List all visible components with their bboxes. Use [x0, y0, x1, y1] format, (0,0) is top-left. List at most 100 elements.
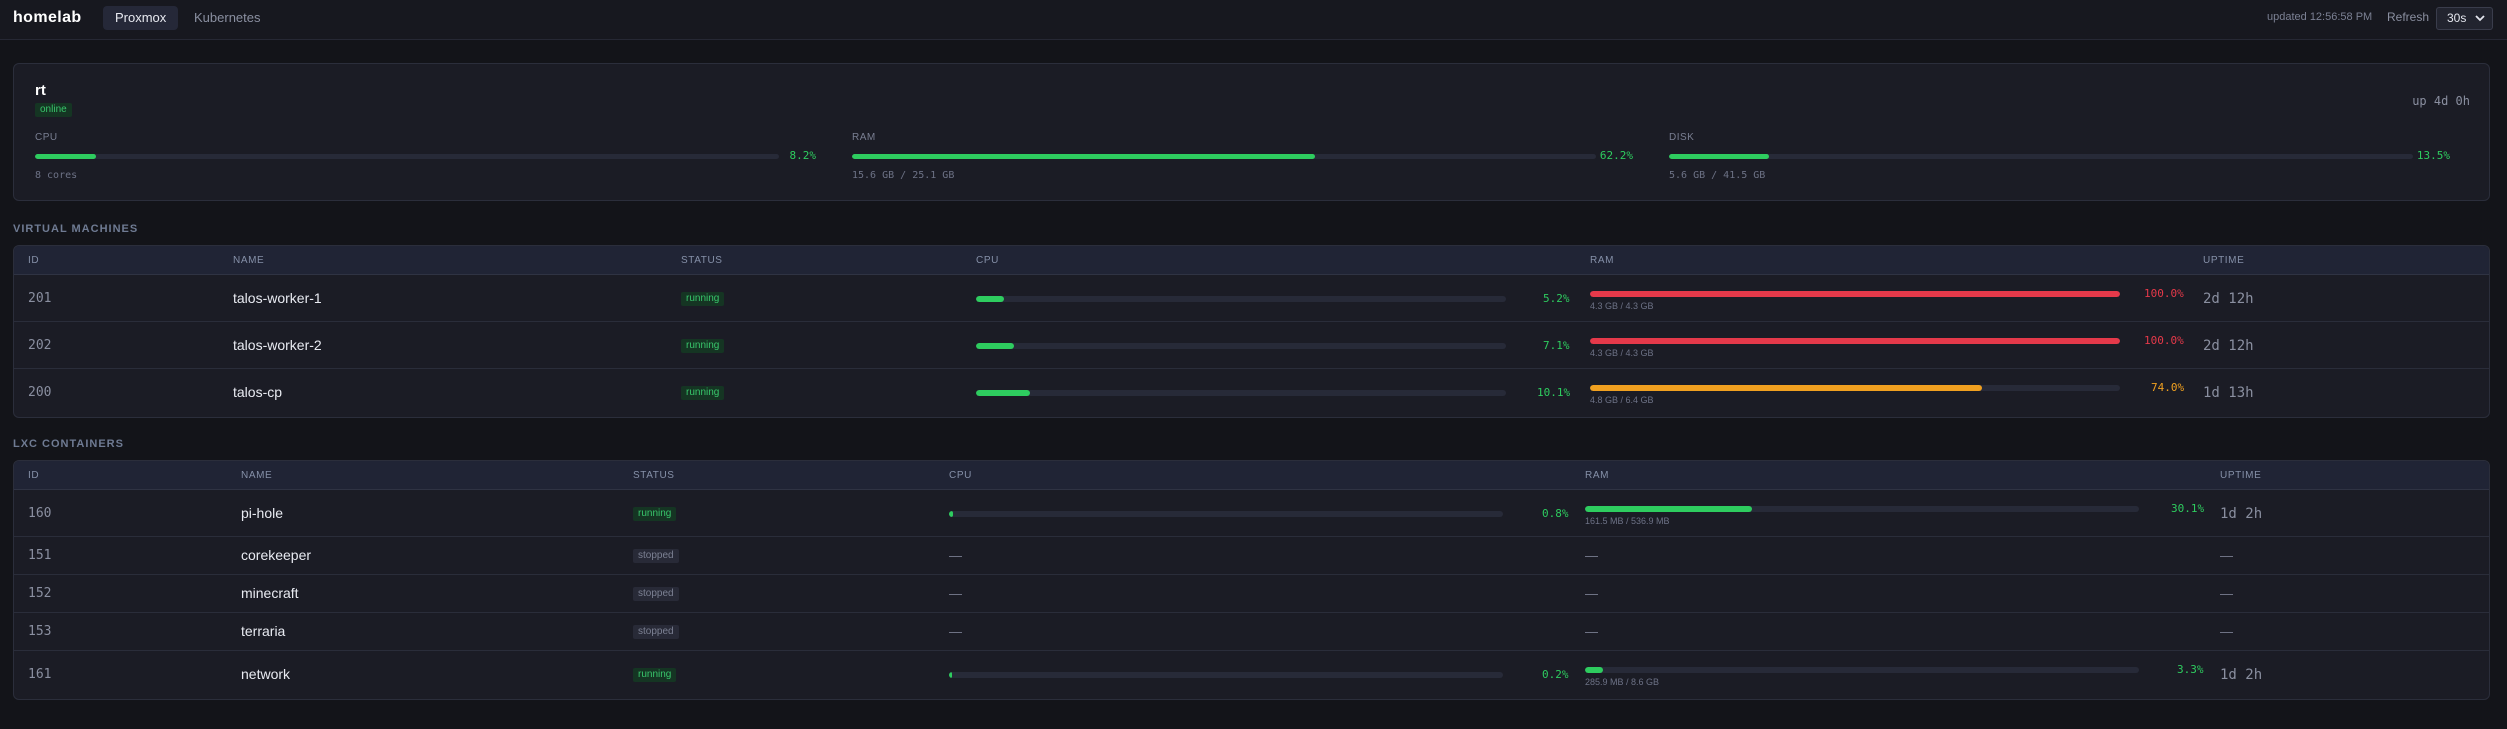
- metric-percent: 8.2%: [789, 149, 817, 162]
- row-name: minecraft: [241, 585, 299, 601]
- column-header-uptime[interactable]: UPTIME: [2220, 470, 2261, 481]
- ram-detail: 4.8 GB / 6.4 GB: [1590, 395, 1654, 405]
- metric-detail: 15.6 GB / 25.1 GB: [852, 170, 955, 181]
- cpu-percent: 7.1%: [1543, 339, 1570, 352]
- column-header-name[interactable]: NAME: [233, 255, 264, 266]
- ram-detail: 4.3 GB / 4.3 GB: [1590, 348, 1654, 358]
- status-badge: stopped: [633, 587, 679, 601]
- table-row[interactable]: 202 talos-worker-2 running 7.1% 100.0% 4.3 GB…: [14, 322, 2489, 369]
- ram-empty: —: [1585, 586, 1598, 601]
- column-header-cpu[interactable]: CPU: [976, 255, 999, 266]
- status-badge: online: [35, 103, 72, 117]
- row-name: terraria: [241, 623, 286, 639]
- column-header-ram[interactable]: RAM: [1585, 470, 1609, 481]
- status-badge: running: [681, 386, 725, 400]
- ram-bar: [1590, 291, 2120, 297]
- column-header-id[interactable]: ID: [28, 470, 39, 481]
- row-id: 200: [28, 385, 52, 400]
- cpu-empty: —: [949, 624, 962, 639]
- cpu-bar: [976, 343, 1506, 349]
- column-header-status[interactable]: STATUS: [633, 470, 675, 481]
- row-id: 161: [28, 667, 52, 682]
- metric-label: CPU: [35, 132, 58, 143]
- refresh-interval-select[interactable]: 30s: [2436, 7, 2493, 30]
- table-row[interactable]: 152 minecraft stopped — — —: [14, 575, 2489, 613]
- ram-detail: 285.9 MB / 8.6 GB: [1585, 677, 1660, 687]
- status-badge: running: [633, 507, 677, 521]
- progress-bar: [1669, 154, 2413, 159]
- node-metric-cpu: CPU 8.2% 8 cores: [35, 132, 816, 182]
- table-row[interactable]: 153 terraria stopped — — —: [14, 613, 2489, 651]
- ram-empty: —: [1585, 548, 1598, 563]
- column-header-uptime[interactable]: UPTIME: [2203, 255, 2244, 266]
- lxc-table: ID NAME STATUS CPU RAM UPTIME 160 pi-hole runnin…: [13, 460, 2490, 700]
- chevron-down-icon: [2475, 15, 2485, 22]
- row-name: talos-worker-2: [233, 337, 322, 353]
- column-header-id[interactable]: ID: [28, 255, 39, 266]
- cpu-empty: —: [949, 586, 962, 601]
- tab-kubernetes[interactable]: Kubernetes: [182, 6, 273, 30]
- cpu-bar: [949, 672, 1503, 678]
- cpu-empty: —: [949, 548, 962, 563]
- ram-empty: —: [1585, 624, 1598, 639]
- cpu-percent: 10.1%: [1537, 386, 1571, 399]
- row-uptime: 1d 13h: [2203, 385, 2254, 401]
- cpu-bar: [976, 296, 1506, 302]
- metric-percent: 13.5%: [2416, 149, 2450, 162]
- ram-percent: 30.1%: [2171, 502, 2205, 515]
- row-name: network: [241, 666, 291, 682]
- table-row[interactable]: 200 talos-cp running 10.1% 74.0% 4.8 GB / 6.4…: [14, 369, 2489, 416]
- row-name: talos-worker-1: [233, 290, 322, 306]
- row-id: 201: [28, 291, 52, 306]
- metric-detail: 5.6 GB / 41.5 GB: [1669, 170, 1766, 181]
- row-uptime: 2d 12h: [2203, 291, 2254, 307]
- section-title-vms: VIRTUAL MACHINES: [13, 223, 139, 235]
- row-name: talos-cp: [233, 384, 283, 400]
- column-header-ram[interactable]: RAM: [1590, 255, 1614, 266]
- column-header-status[interactable]: STATUS: [681, 255, 723, 266]
- ram-bar: [1585, 506, 2139, 512]
- status-badge: stopped: [633, 549, 679, 563]
- cpu-percent: 5.2%: [1543, 292, 1570, 305]
- ram-detail: 4.3 GB / 4.3 GB: [1590, 301, 1654, 311]
- section-title-lxc: LXC CONTAINERS: [13, 438, 124, 450]
- top-bar: homelab Proxmox Kubernetes updated 12:56…: [0, 0, 2507, 40]
- metric-label: DISK: [1669, 132, 1695, 143]
- cpu-percent: 0.8%: [1542, 507, 1569, 520]
- status-badge: stopped: [633, 625, 679, 639]
- cpu-percent: 0.2%: [1542, 668, 1569, 681]
- column-header-cpu[interactable]: CPU: [949, 470, 972, 481]
- ram-percent: 3.3%: [2177, 663, 2204, 676]
- table-row[interactable]: 201 talos-worker-1 running 5.2% 100.0% 4.3 GB…: [14, 275, 2489, 322]
- metric-detail: 8 cores: [35, 170, 78, 181]
- ram-bar: [1585, 667, 2139, 673]
- column-header-name[interactable]: NAME: [241, 470, 272, 481]
- uptime-empty: —: [2220, 586, 2233, 601]
- row-id: 202: [28, 338, 52, 353]
- node-metric-disk: DISK 13.5% 5.6 GB / 41.5 GB: [1669, 132, 2450, 182]
- table-row[interactable]: 151 corekeeper stopped — — —: [14, 537, 2489, 575]
- updated-timestamp: updated 12:56:58 PM: [2267, 11, 2373, 23]
- node-name: rt: [35, 82, 46, 99]
- table-row[interactable]: 160 pi-hole running 0.8% 30.1% 161.5 MB / 536…: [14, 490, 2489, 537]
- row-id: 152: [28, 586, 52, 601]
- ram-bar: [1590, 338, 2120, 344]
- table-row[interactable]: 161 network running 0.2% 3.3% 285.9 MB / 8.6 …: [14, 651, 2489, 698]
- row-id: 153: [28, 624, 52, 639]
- node-uptime: up 4d 0h: [2412, 94, 2470, 108]
- uptime-empty: —: [2220, 548, 2233, 563]
- ram-percent: 100.0%: [2144, 334, 2184, 347]
- uptime-empty: —: [2220, 624, 2233, 639]
- refresh-interval-value: 30s: [2447, 11, 2467, 25]
- cpu-bar: [976, 390, 1506, 396]
- row-uptime: 1d 2h: [2220, 667, 2263, 683]
- row-id: 151: [28, 548, 52, 563]
- row-uptime: 1d 2h: [2220, 506, 2263, 522]
- cpu-bar: [949, 511, 1503, 517]
- tab-proxmox[interactable]: Proxmox: [103, 6, 179, 30]
- progress-bar: [35, 154, 779, 159]
- node-card: rt online up 4d 0h CPU 8.2% 8 cores RAM …: [13, 63, 2490, 201]
- ram-percent: 100.0%: [2144, 287, 2184, 300]
- table-header: ID NAME STATUS CPU RAM UPTIME: [14, 246, 2489, 275]
- ram-detail: 161.5 MB / 536.9 MB: [1585, 516, 1670, 526]
